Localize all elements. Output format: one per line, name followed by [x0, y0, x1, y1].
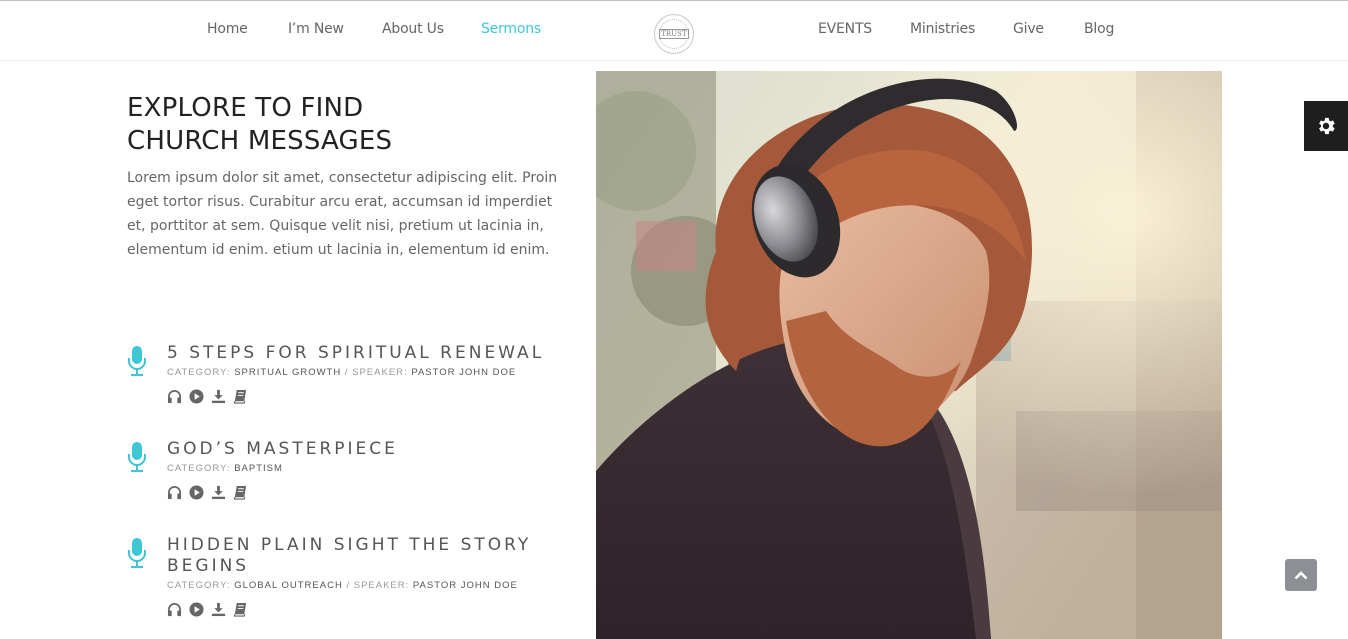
nav-blog[interactable]: Blog [1084, 21, 1114, 37]
headphones-icon[interactable] [167, 602, 182, 617]
category-label: CATEGORY: [167, 463, 231, 474]
microphone-icon [128, 538, 146, 568]
chevron-up-icon [1294, 571, 1308, 580]
hero-photo [596, 71, 1222, 639]
play-icon[interactable] [189, 485, 204, 500]
download-icon[interactable] [211, 602, 226, 617]
sermon-title[interactable]: 5 STEPS FOR SPIRITUAL RENEWAL [167, 343, 567, 364]
sermon-actions [167, 389, 248, 404]
download-icon[interactable] [211, 389, 226, 404]
play-icon[interactable] [189, 389, 204, 404]
nav-give[interactable]: Give [1013, 21, 1044, 37]
sermon-title[interactable]: GOD’S MASTERPIECE [167, 439, 567, 460]
speaker-value[interactable]: PASTOR JOHN DOE [411, 367, 516, 378]
intro-paragraph: Lorem ipsum dolor sit amet, consectetur … [127, 170, 558, 258]
scroll-to-top-button[interactable] [1285, 559, 1317, 591]
category-value[interactable]: GLOBAL OUTREACH [234, 580, 343, 591]
sermon-meta: CATEGORY: BAPTISM [167, 463, 283, 474]
page-title-line2: CHURCH MESSAGES [127, 126, 393, 156]
sermon-actions [167, 485, 248, 500]
headphones-icon[interactable] [167, 389, 182, 404]
speaker-label: / SPEAKER: [344, 367, 408, 378]
sermon-meta: CATEGORY: SPRITUAL GROWTH / SPEAKER: PAS… [167, 367, 516, 378]
gear-icon [1319, 117, 1335, 135]
nav-sermons[interactable]: Sermons [481, 21, 541, 37]
man-with-headphones-image [596, 71, 1222, 639]
page-title-line1: EXPLORE TO FIND [127, 93, 364, 123]
nav-home[interactable]: Home [207, 21, 248, 37]
speaker-value[interactable]: PASTOR JOHN DOE [413, 580, 518, 591]
category-label: CATEGORY: [167, 580, 231, 591]
speaker-label: / SPEAKER: [346, 580, 410, 591]
play-icon[interactable] [189, 602, 204, 617]
nav-about-us[interactable]: About Us [382, 21, 444, 37]
settings-button[interactable] [1304, 101, 1348, 151]
headphones-icon[interactable] [167, 485, 182, 500]
category-value[interactable]: SPRITUAL GROWTH [234, 367, 341, 378]
sermon-meta: CATEGORY: GLOBAL OUTREACH / SPEAKER: PAS… [167, 580, 518, 591]
logo-seal: TRUST [659, 19, 689, 49]
page-title: EXPLORE TO FIND CHURCH MESSAGES [127, 92, 392, 158]
site-logo[interactable]: TRUST [654, 14, 694, 54]
nav-ministries[interactable]: Ministries [910, 21, 975, 37]
sermon-title[interactable]: HIDDEN PLAIN SIGHT THE STORY BEGINS [167, 535, 567, 577]
book-icon[interactable] [233, 389, 248, 404]
microphone-icon [128, 346, 146, 376]
nav-im-new[interactable]: I’m New [288, 21, 344, 37]
site-header: Home I’m New About Us Sermons TRUST EVEN… [0, 0, 1348, 61]
nav-events[interactable]: EVENTS [818, 21, 872, 37]
sermon-actions [167, 602, 248, 617]
logo-text: TRUST [659, 29, 689, 39]
microphone-icon [128, 442, 146, 472]
category-value[interactable]: BAPTISM [234, 463, 283, 474]
book-icon[interactable] [233, 485, 248, 500]
book-icon[interactable] [233, 602, 248, 617]
category-label: CATEGORY: [167, 367, 231, 378]
download-icon[interactable] [211, 485, 226, 500]
